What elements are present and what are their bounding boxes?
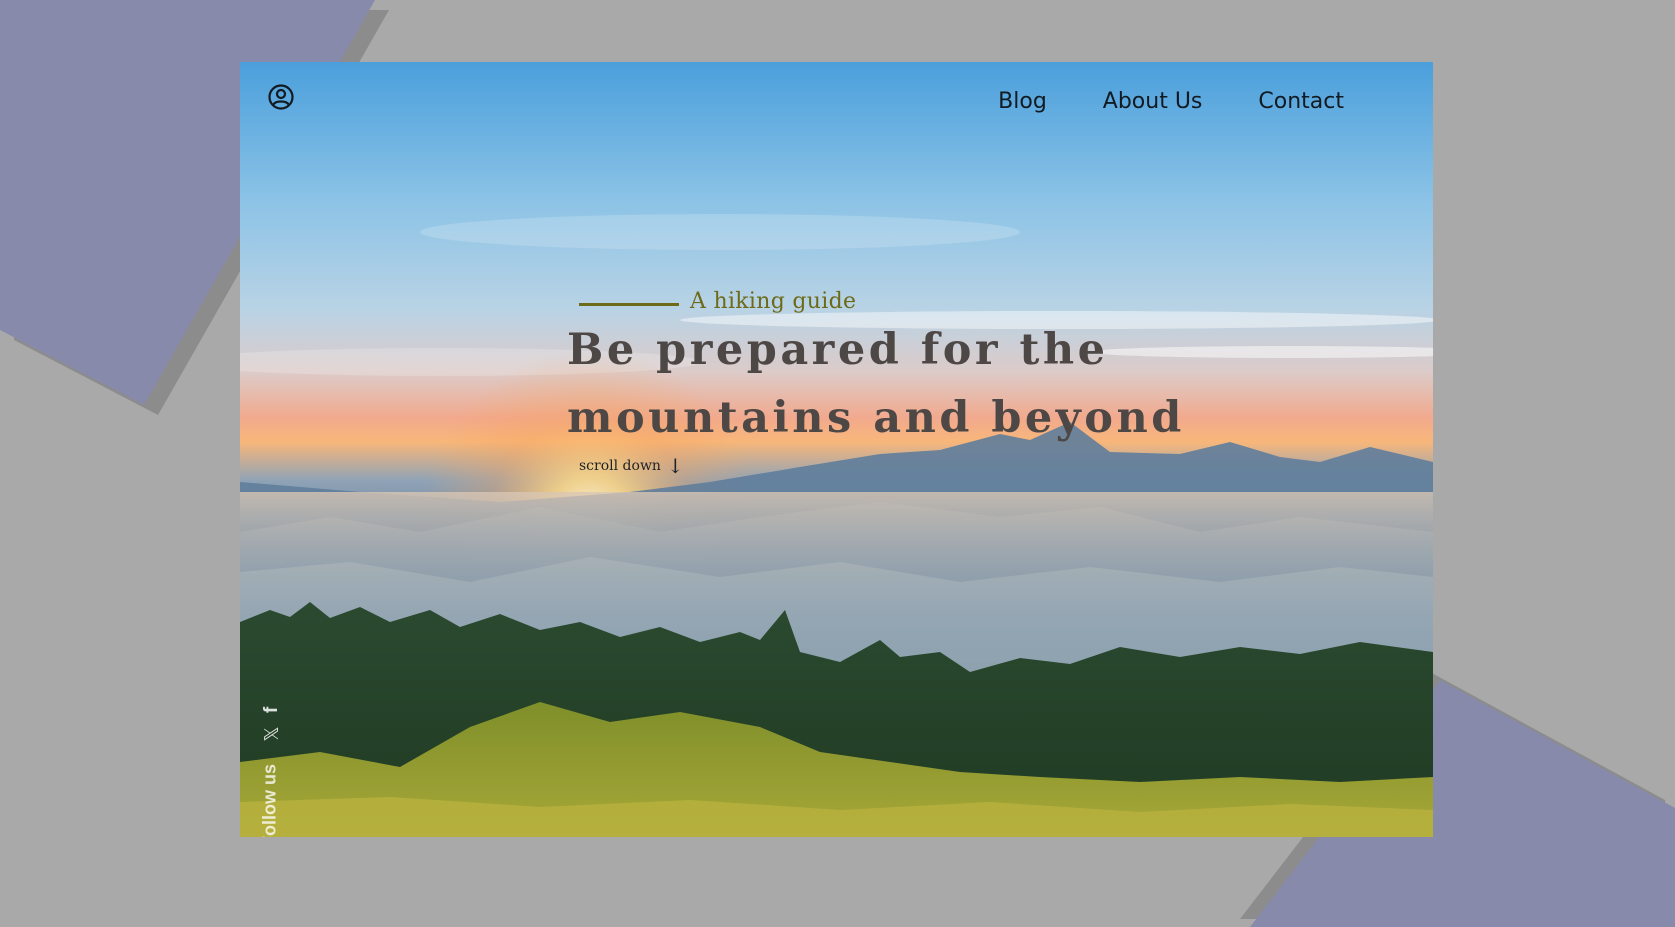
hero-section: Blog About Us Contact A hiking guide Be … [240,62,1433,837]
x-twitter-icon[interactable]: 𝕏 [261,724,283,744]
nav-link-blog[interactable]: Blog [998,89,1047,114]
top-navigation-bar: Blog About Us Contact [240,62,1433,142]
follow-us-label: Follow us [259,764,280,837]
eyebrow-divider [579,303,679,306]
user-account-icon[interactable] [267,83,295,111]
arrow-down-icon: ↓ [666,454,684,478]
scroll-down-label: scroll down [579,458,661,474]
scroll-down-link[interactable]: scroll down ↓ [579,454,684,478]
nav-link-about-us[interactable]: About Us [1103,89,1203,114]
headline-line-2: mountains and beyond [567,393,1185,443]
social-follow: f 𝕏 Follow us [251,640,291,837]
hero-headline: Be prepared for the mountains and beyond [567,316,1267,452]
hero-eyebrow: A hiking guide [690,289,857,314]
nav-link-contact[interactable]: Contact [1258,89,1344,114]
main-nav: Blog About Us Contact [998,89,1344,114]
headline-line-1: Be prepared for the [567,325,1109,375]
facebook-icon[interactable]: f [261,700,282,720]
